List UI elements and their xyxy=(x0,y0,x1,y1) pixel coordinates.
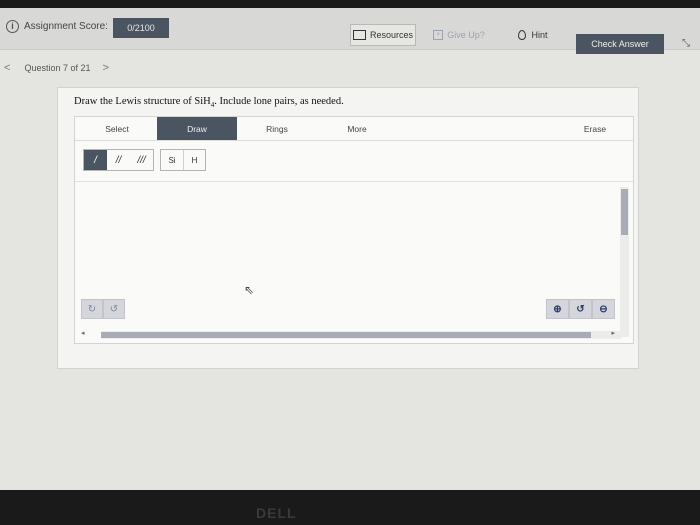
scroll-right-icon[interactable]: ▸ xyxy=(611,329,615,337)
resources-button[interactable]: Resources xyxy=(350,24,416,46)
hint-button[interactable]: Hint xyxy=(508,24,558,46)
structure-editor: Select Draw Rings More Erase / // /// Si… xyxy=(74,116,634,344)
expand-icon[interactable]: ⤡ xyxy=(682,38,690,49)
check-answer-button[interactable]: Check Answer xyxy=(576,34,664,54)
editor-tabs: Select Draw Rings More Erase xyxy=(75,117,633,141)
score-value: 0/2100 xyxy=(113,18,169,38)
prev-question-icon[interactable]: < xyxy=(4,62,10,74)
info-icon[interactable]: i xyxy=(6,20,19,33)
canvas-divider xyxy=(75,181,633,182)
tab-select[interactable]: Select xyxy=(77,117,157,140)
question-nav: < Question 7 of 21 > xyxy=(4,62,109,74)
question-counter: Question 7 of 21 xyxy=(24,63,91,73)
redo-button[interactable]: ↺ xyxy=(103,299,125,319)
resources-label: Resources xyxy=(369,30,414,40)
mouse-cursor-icon: ⇖ xyxy=(244,283,255,297)
undo-button[interactable]: ↻ xyxy=(81,299,103,319)
tab-rings[interactable]: Rings xyxy=(237,117,317,140)
next-question-icon[interactable]: > xyxy=(102,62,108,74)
hint-label: Hint xyxy=(531,30,548,40)
question-prompt: Draw the Lewis structure of SiH4. Includ… xyxy=(74,96,344,109)
tab-more[interactable]: More xyxy=(317,117,397,140)
screen: i Assignment Score: 0/2100 Resources × G… xyxy=(0,8,700,490)
score-label: Assignment Score: xyxy=(24,21,108,32)
question-card: Draw the Lewis structure of SiH4. Includ… xyxy=(57,87,639,369)
atom-tools: Si H xyxy=(160,149,206,171)
zoom-out-button[interactable]: ⊖ xyxy=(592,299,615,319)
atom-h-button[interactable]: H xyxy=(183,150,205,170)
tab-draw[interactable]: Draw xyxy=(157,117,237,140)
horizontal-scroll-thumb[interactable] xyxy=(101,332,591,338)
triple-bond-button[interactable]: /// xyxy=(130,150,153,170)
bond-tools: / // /// xyxy=(83,149,154,171)
zoom-controls: ⊕ ↺ ⊖ xyxy=(546,299,615,319)
give-up-label: Give Up? xyxy=(447,30,485,40)
draw-tools: / // /// Si H xyxy=(83,149,206,171)
double-bond-button[interactable]: // xyxy=(107,150,130,170)
give-up-icon: × xyxy=(433,30,444,40)
vertical-scrollbar[interactable] xyxy=(620,187,629,337)
scroll-left-icon[interactable]: ◂ xyxy=(81,329,85,337)
prompt-text-end: . Include lone pairs, as needed. xyxy=(214,96,344,107)
single-bond-button[interactable]: / xyxy=(84,150,107,170)
undo-redo-group: ↻ ↺ xyxy=(81,299,125,319)
dell-logo: DELL xyxy=(256,505,297,521)
prompt-text: Draw the Lewis structure of SiH xyxy=(74,96,211,107)
atom-si-button[interactable]: Si xyxy=(161,150,183,170)
give-up-button[interactable]: × Give Up? xyxy=(426,24,492,46)
assignment-score: i Assignment Score: xyxy=(6,20,108,33)
horizontal-scrollbar[interactable] xyxy=(101,331,621,339)
folder-icon xyxy=(352,30,366,40)
vertical-scroll-thumb[interactable] xyxy=(621,189,628,235)
zoom-in-button[interactable]: ⊕ xyxy=(546,299,569,319)
lightbulb-icon xyxy=(518,30,527,40)
zoom-reset-button[interactable]: ↺ xyxy=(569,299,592,319)
tab-erase[interactable]: Erase xyxy=(555,117,635,140)
